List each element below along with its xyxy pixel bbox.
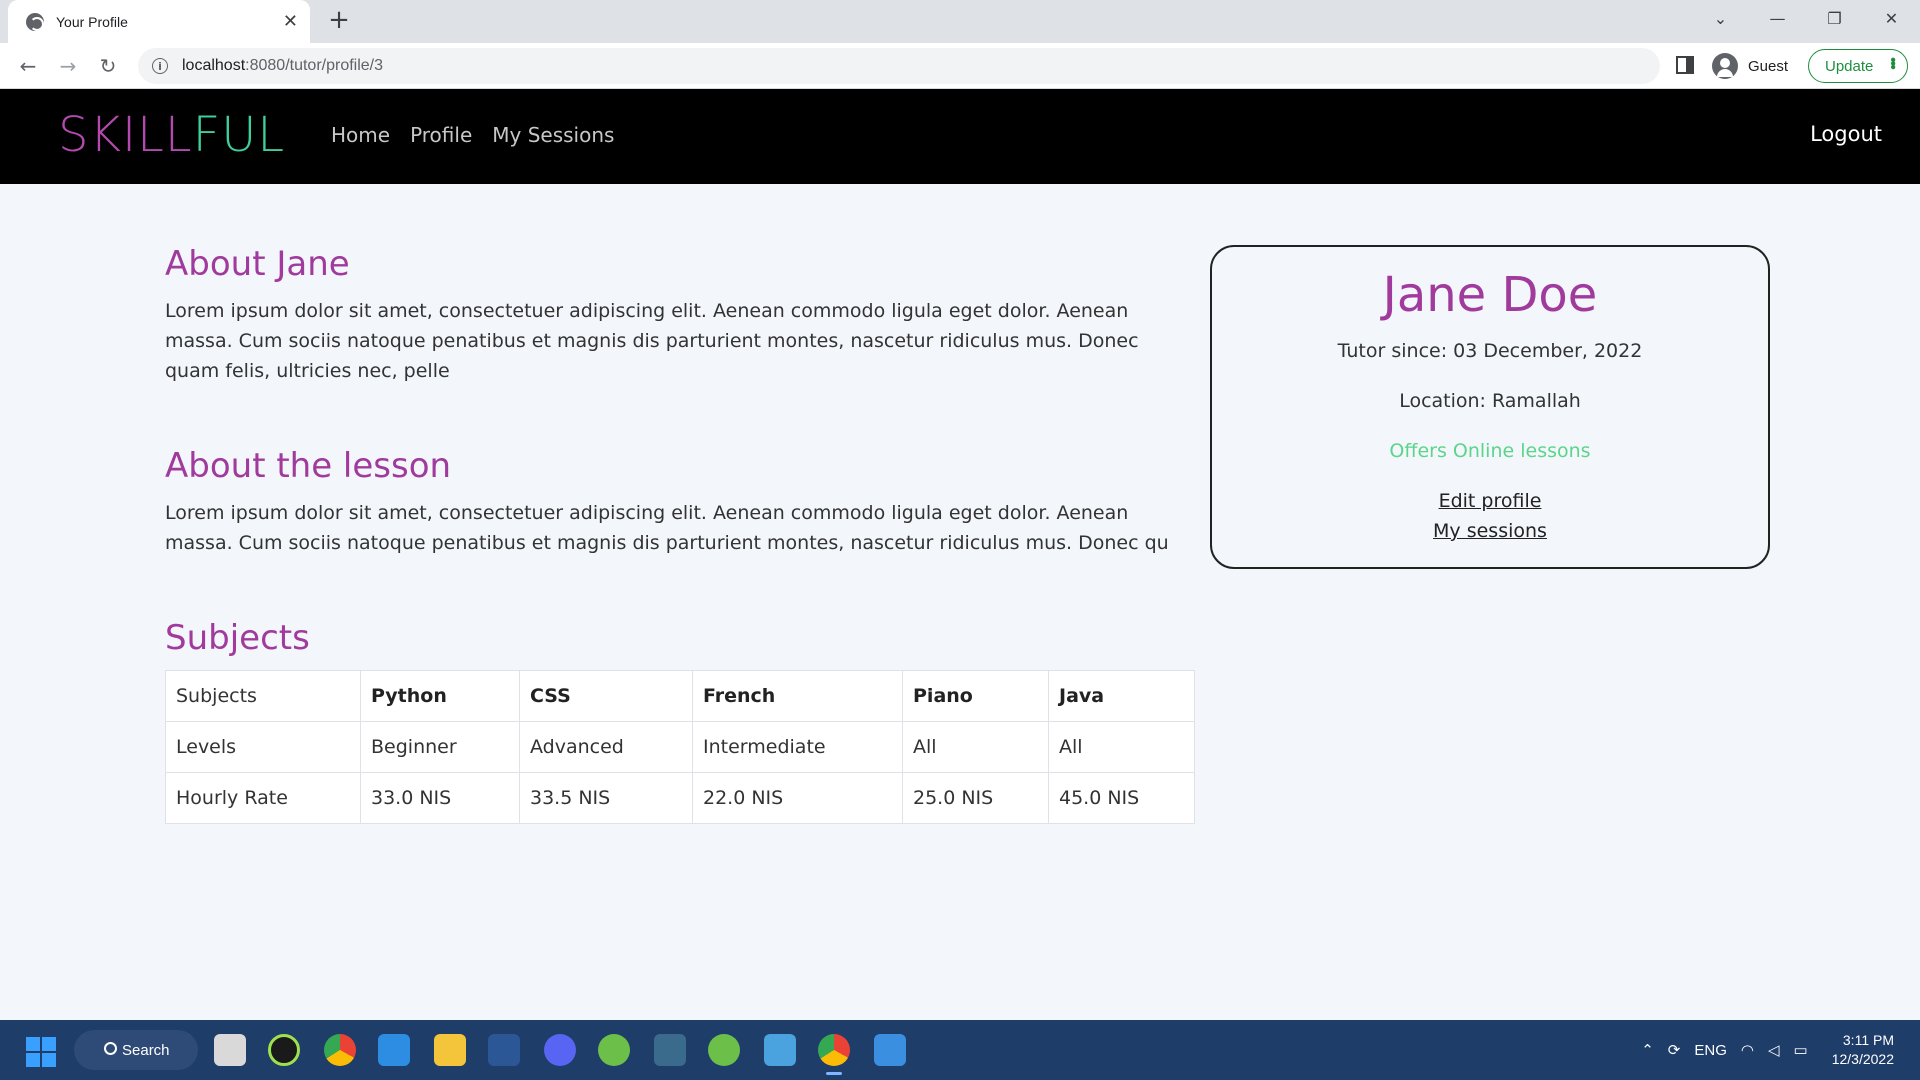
table-cell: All [1048, 721, 1195, 773]
edit-profile-link[interactable]: Edit profile [1439, 490, 1542, 512]
table-header-cell: Piano [902, 670, 1049, 722]
close-window-button[interactable]: ✕ [1863, 0, 1920, 36]
photos-icon[interactable] [874, 1034, 906, 1066]
mysql-icon[interactable] [654, 1034, 686, 1066]
table-row: Subjects Python CSS French Piano Java [165, 670, 1195, 722]
clock-time: 3:11 PM [1842, 1032, 1894, 1048]
close-tab-icon[interactable]: ✕ [283, 11, 298, 32]
table-cell: Hourly Rate [165, 772, 361, 824]
url-text: localhost:8080/tutor/profile/3 [182, 57, 384, 74]
forward-arrow-icon[interactable]: → [52, 50, 84, 82]
kebab-menu-icon[interactable]: ••• [1884, 57, 1901, 68]
notepad-icon[interactable] [764, 1034, 796, 1066]
nav-link-home[interactable]: Home [331, 123, 390, 147]
about-text: Lorem ipsum dolor sit amet, consectetuer… [165, 300, 1139, 382]
language-indicator[interactable]: ENG [1694, 1042, 1727, 1059]
table-cell: Intermediate [692, 721, 903, 773]
search-icon [104, 1042, 117, 1055]
windows-start-icon[interactable] [26, 1037, 56, 1067]
tutor-since: Tutor since: 03 December, 2022 [1337, 340, 1643, 362]
vscode-icon[interactable] [378, 1034, 410, 1066]
file-explorer-icon[interactable] [434, 1034, 466, 1066]
subjects-heading: Subjects [165, 618, 310, 658]
address-bar[interactable]: i localhost:8080/tutor/profile/3 [138, 48, 1660, 84]
table-cell: Advanced [519, 721, 693, 773]
about-heading: About Jane [165, 244, 350, 284]
profile-label: Guest [1748, 57, 1789, 75]
site-info-icon[interactable]: i [152, 58, 168, 74]
profile-card: Jane Doe Tutor since: 03 December, 2022 … [1210, 245, 1770, 569]
table-cell: Levels [165, 721, 361, 773]
discord-icon[interactable] [544, 1034, 576, 1066]
minimize-button[interactable]: — [1749, 0, 1806, 36]
main-content: About Jane Lorem ipsum dolor sit amet, c… [0, 184, 1920, 1020]
lesson-text: Lorem ipsum dolor sit amet, consectetuer… [165, 502, 1169, 554]
site-navbar: SKILLFUL Home Profile My Sessions Logout [0, 89, 1920, 184]
taskbar: Search ⌃ ⟳ ENG ◠ ◁ ▭ 3:11 PM 12/3/2022 [0, 1020, 1920, 1080]
spring-tools-icon[interactable] [708, 1034, 740, 1066]
nav-link-profile[interactable]: Profile [410, 123, 472, 147]
table-header-cell: Java [1048, 670, 1195, 722]
avatar-icon [1712, 53, 1738, 79]
battery-icon[interactable]: ▭ [1794, 1041, 1808, 1059]
logout-link[interactable]: Logout [1810, 122, 1882, 146]
browser-tabstrip: Your Profile ✕ + ⌄ — ❐ ✕ [0, 0, 1920, 43]
tab-search-icon[interactable]: ⌄ [1692, 0, 1749, 36]
table-cell: 33.0 NIS [360, 772, 520, 824]
table-cell: Beginner [360, 721, 520, 773]
restore-button[interactable]: ❐ [1806, 0, 1863, 36]
my-sessions-link[interactable]: My sessions [1433, 520, 1547, 542]
browser-tab[interactable]: Your Profile ✕ [8, 0, 310, 43]
clock[interactable]: 3:11 PM 12/3/2022 [1832, 1031, 1894, 1069]
sync-icon[interactable]: ⟳ [1668, 1041, 1681, 1059]
back-arrow-icon[interactable]: ← [12, 50, 44, 82]
chrome-icon[interactable] [818, 1034, 850, 1075]
reload-icon[interactable]: ↻ [92, 50, 124, 82]
subjects-table: Subjects Python CSS French Piano Java Le… [165, 670, 1195, 824]
online-lessons-badge: Offers Online lessons [1389, 440, 1591, 462]
taskbar-search[interactable]: Search [74, 1030, 198, 1070]
system-tray: ⌃ ⟳ ENG ◠ ◁ ▭ 3:11 PM 12/3/2022 [1641, 1020, 1920, 1080]
window-controls: ⌄ — ❐ ✕ [1692, 0, 1920, 36]
nav-links: Home Profile My Sessions [331, 123, 614, 147]
table-row: Levels Beginner Advanced Intermediate Al… [165, 721, 1195, 773]
tab-title: Your Profile [56, 13, 128, 30]
table-cell: 25.0 NIS [902, 772, 1049, 824]
browser-toolbar: ← → ↻ i localhost:8080/tutor/profile/3 G… [0, 43, 1920, 89]
chrome-canary-icon[interactable] [324, 1034, 356, 1066]
tutor-name: Jane Doe [1382, 267, 1598, 323]
word-icon[interactable] [488, 1034, 520, 1066]
globe-icon [26, 12, 44, 31]
wifi-icon[interactable]: ◠ [1741, 1041, 1754, 1059]
task-view-icon[interactable] [214, 1034, 246, 1066]
table-cell: 22.0 NIS [692, 772, 903, 824]
lesson-heading: About the lesson [165, 446, 452, 486]
profile-button[interactable]: Guest [1712, 51, 1788, 81]
volume-icon[interactable]: ◁ [1768, 1041, 1780, 1059]
table-cell: All [902, 721, 1049, 773]
table-header-cell: Python [360, 670, 520, 722]
table-row: Hourly Rate 33.0 NIS 33.5 NIS 22.0 NIS 2… [165, 772, 1195, 824]
spring-icon[interactable] [598, 1034, 630, 1066]
update-button[interactable]: Update ••• [1808, 49, 1908, 83]
side-panel-icon[interactable] [1676, 56, 1694, 74]
app-icon-ring[interactable] [268, 1034, 300, 1066]
chevron-up-icon[interactable]: ⌃ [1641, 1041, 1654, 1059]
table-header-cell: French [692, 670, 903, 722]
table-cell: 45.0 NIS [1048, 772, 1195, 824]
brand-logo[interactable]: SKILLFUL [58, 107, 285, 163]
nav-link-my-sessions[interactable]: My Sessions [492, 123, 614, 147]
table-header-cell: CSS [519, 670, 693, 722]
table-cell: Subjects [165, 670, 361, 722]
table-cell: 33.5 NIS [519, 772, 693, 824]
clock-date: 12/3/2022 [1831, 1051, 1894, 1067]
tutor-location: Location: Ramallah [1399, 390, 1581, 412]
update-label: Update [1825, 57, 1874, 75]
new-tab-button[interactable]: + [324, 6, 354, 36]
